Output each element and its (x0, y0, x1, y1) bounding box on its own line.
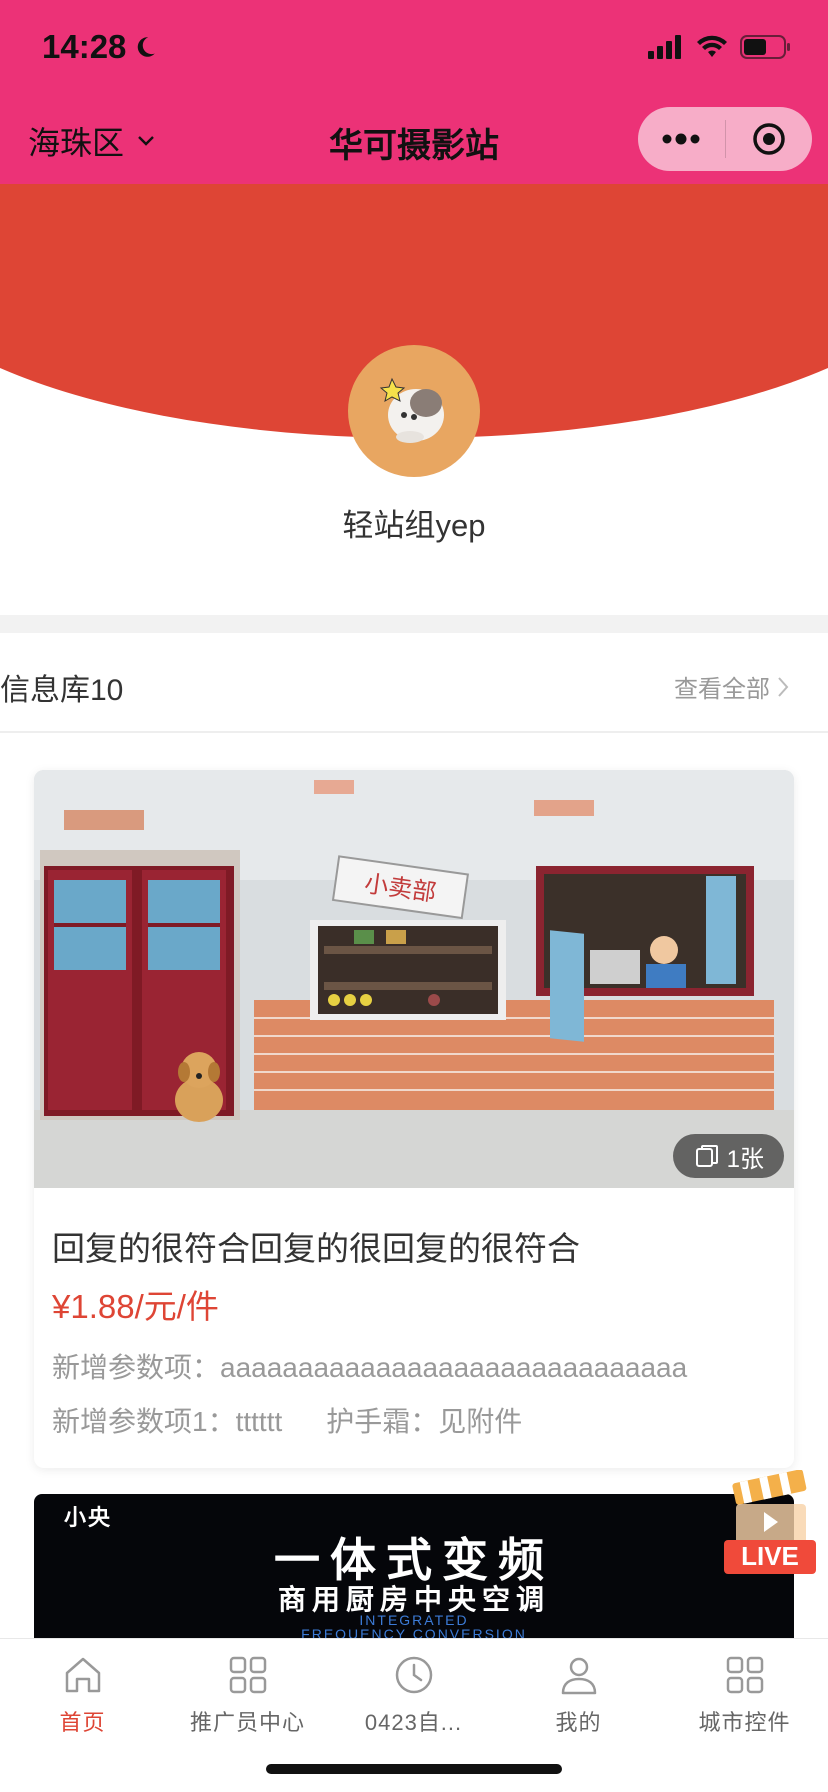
tab-label: 我的 (555, 1710, 602, 1735)
param-value: 见附件 (438, 1406, 523, 1437)
section-divider (0, 615, 828, 633)
tab-label: 推广员中心 (189, 1710, 305, 1735)
live-badge[interactable]: LIVE (724, 1470, 816, 1578)
param-value: tttttt (235, 1406, 283, 1437)
tab-label: 首页 (59, 1710, 106, 1735)
target-icon (753, 123, 785, 155)
ad-card[interactable]: 小央 一体式变频 商用厨房中央空调 INTEGRATED FREQUENCY C… (34, 1494, 794, 1638)
grid-icon (229, 1656, 266, 1694)
status-time-text: 14:28 (42, 28, 127, 65)
more-button[interactable] (638, 107, 725, 171)
more-dots-icon (662, 133, 700, 145)
tab-home[interactable]: 首页 (0, 1653, 165, 1737)
param-label: 新增参数项： (52, 1352, 221, 1383)
home-icon (65, 1657, 100, 1693)
moon-icon (138, 37, 156, 57)
tab-label: 0423自... (364, 1710, 463, 1735)
close-miniprogram-button[interactable] (726, 107, 813, 171)
tab-custom-0423[interactable]: 0423自... (331, 1653, 496, 1737)
tab-city-widget[interactable]: 城市控件 (662, 1653, 827, 1737)
avatar[interactable] (348, 345, 480, 477)
view-all-label: 查看全部 (674, 676, 770, 703)
product-price: ¥1.88/元/件 (52, 1288, 219, 1325)
param-item: 护手霜：见附件 (326, 1400, 522, 1440)
product-card[interactable]: 小卖部 1张 回复的很符合回复的很回复的很符合 ¥1.88/元/件 新增参数项：… (34, 770, 794, 1468)
battery-icon (740, 35, 790, 59)
product-title: 回复的很符合回复的很回复的很符合 (52, 1230, 580, 1267)
param-row-2: 新增参数项1：tttttt 护手霜：见附件 (52, 1400, 522, 1440)
image-count-badge: 1张 (672, 1134, 784, 1178)
miniprogram-capsule (638, 107, 812, 171)
ad-english-2: FREQUENCY CONVERSION (301, 1626, 527, 1638)
view-all-link[interactable]: 查看全部 (674, 669, 790, 704)
username: 轻站组yep (342, 508, 486, 543)
section-title: 信息库10 (0, 674, 124, 707)
home-indicator[interactable] (266, 1764, 562, 1774)
image-count-label: 1张 (726, 1145, 764, 1173)
signal-icon (648, 35, 681, 59)
tab-promoter-center[interactable]: 推广员中心 (165, 1653, 330, 1737)
param-label: 护手霜： (326, 1406, 439, 1437)
tab-mine[interactable]: 我的 (496, 1653, 661, 1737)
tab-label: 城市控件 (698, 1710, 791, 1735)
product-image[interactable]: 小卖部 (34, 770, 794, 1188)
top-bar: 14:28 海珠区 华可摄影站 (0, 0, 828, 184)
param-label: 新增参数项1： (52, 1406, 236, 1437)
param-item: 新增参数项：aaaaaaaaaaaaaaaaaaaaaaaaaaaaaa (52, 1346, 687, 1386)
grid-icon (726, 1656, 763, 1694)
clock-icon (395, 1656, 432, 1694)
status-time: 14:28 (42, 28, 158, 66)
user-icon (561, 1657, 596, 1695)
wifi-icon (697, 35, 727, 57)
section-header: 信息库10 查看全部 (0, 633, 828, 733)
param-value: aaaaaaaaaaaaaaaaaaaaaaaaaaaaaa (220, 1352, 688, 1383)
images-icon (695, 1145, 718, 1167)
param-item: 新增参数项1：tttttt (52, 1400, 282, 1440)
cat-avatar-icon (379, 377, 444, 443)
chevron-right-icon (778, 676, 789, 697)
param-row-1: 新增参数项：aaaaaaaaaaaaaaaaaaaaaaaaaaaaaa (52, 1346, 687, 1386)
live-label: LIVE (741, 1541, 799, 1571)
status-icons (648, 34, 792, 60)
